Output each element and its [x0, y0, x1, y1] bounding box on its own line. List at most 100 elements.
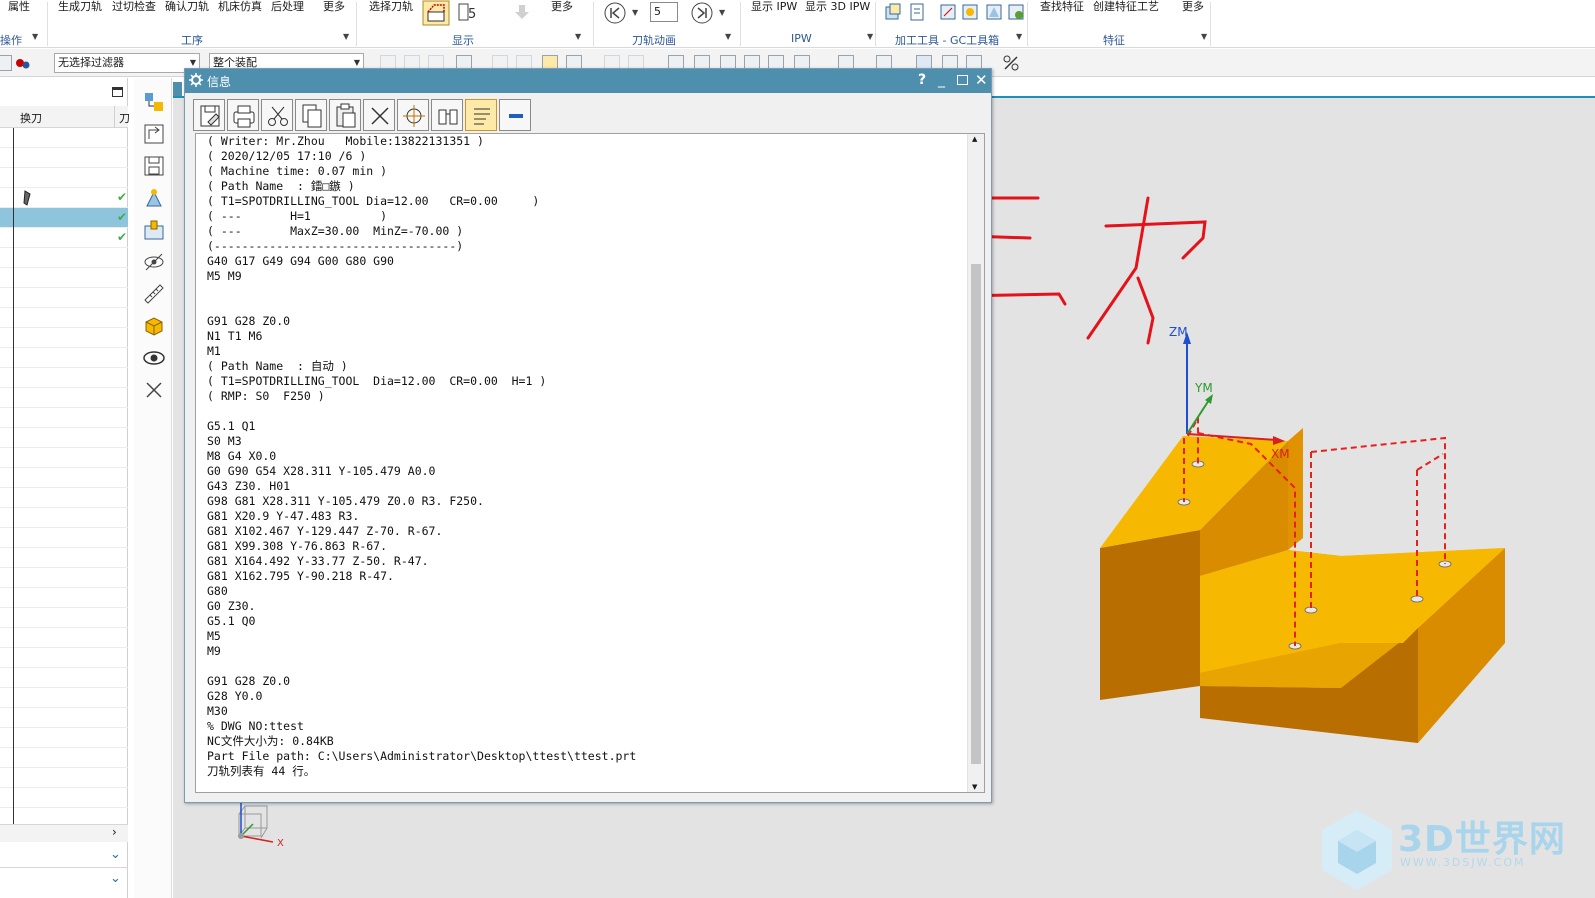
scroll-right-icon[interactable]: › — [112, 825, 117, 839]
table-row[interactable] — [0, 428, 128, 448]
table-row[interactable] — [0, 748, 128, 768]
minimize-icon[interactable]: _ — [938, 72, 945, 88]
verify-toolpath-button[interactable]: 确认刀轨 — [165, 0, 209, 14]
table-row[interactable] — [0, 368, 128, 388]
copy-icon[interactable] — [295, 99, 327, 131]
table-row[interactable] — [0, 708, 128, 728]
help-icon[interactable]: ? — [918, 72, 926, 88]
tool-change-column-header[interactable]: 换刀 — [20, 110, 42, 126]
more-button-operation[interactable]: 更多 — [323, 0, 345, 14]
more-button-feature[interactable]: 更多 — [1182, 0, 1204, 14]
table-row[interactable] — [0, 768, 128, 788]
generate-toolpath-button[interactable]: 生成刀轨 — [58, 0, 102, 14]
table-row[interactable] — [0, 328, 128, 348]
show-ipw-button[interactable]: 显示 IPW — [751, 0, 797, 14]
animation-speed-input[interactable]: 5 — [650, 2, 678, 22]
paste-icon[interactable] — [329, 99, 361, 131]
information-window-titlebar[interactable]: 信息 ? _ ✕ — [185, 69, 991, 93]
table-row[interactable] — [0, 608, 128, 628]
print-icon[interactable] — [227, 99, 259, 131]
table-row[interactable] — [0, 688, 128, 708]
group-feature-expand-icon[interactable]: ▼ — [1201, 32, 1207, 41]
type-filter-dropdown[interactable]: 无选择过滤器 ▼ — [54, 53, 200, 73]
table-row[interactable] — [0, 528, 128, 548]
find-icon[interactable] — [397, 99, 429, 131]
table-row[interactable] — [0, 788, 128, 808]
table-row[interactable] — [0, 548, 128, 568]
group-operation-expand-icon[interactable]: ▼ — [32, 32, 38, 41]
table-row[interactable] — [0, 408, 128, 428]
group-display-expand-icon[interactable]: ▼ — [575, 32, 581, 41]
select-toolpath-button[interactable]: 选择刀轨 — [369, 0, 413, 14]
gc-tool-4-icon[interactable] — [960, 2, 980, 22]
step-down-icon[interactable] — [512, 2, 532, 22]
table-row[interactable] — [0, 628, 128, 648]
binoculars-icon[interactable] — [431, 99, 463, 131]
create-feature-process-button[interactable]: 创建特征工艺 — [1093, 0, 1159, 14]
scroll-down-icon[interactable]: ▼ — [972, 783, 977, 791]
cut-icon[interactable] — [261, 99, 293, 131]
export-icon[interactable] — [142, 122, 166, 146]
dependencies-panel-header[interactable]: ⌄ — [0, 870, 128, 892]
expand-dependencies-icon[interactable]: ⌄ — [110, 871, 121, 886]
measure-icon[interactable] — [142, 282, 166, 306]
tab-marker[interactable] — [173, 82, 182, 96]
select-toolpath-icon[interactable] — [422, 0, 450, 26]
vertical-scrollbar[interactable]: ▲ ▼ — [967, 134, 984, 792]
group-gc-toolbox-expand-icon[interactable]: ▼ — [1016, 32, 1022, 41]
table-row[interactable]: ✔ — [0, 228, 128, 248]
group-animation-expand-icon[interactable]: ▼ — [725, 32, 731, 41]
table-row[interactable] — [0, 468, 128, 488]
table-row[interactable] — [0, 288, 128, 308]
view-triad[interactable] — [238, 798, 274, 843]
gc-tool-5-icon[interactable] — [984, 2, 1004, 22]
delete-icon[interactable] — [363, 99, 395, 131]
group-ipw-expand-icon[interactable]: ▼ — [867, 32, 873, 41]
table-row[interactable] — [0, 388, 128, 408]
table-row[interactable] — [0, 128, 128, 148]
details-panel-header[interactable]: ⌄ — [0, 846, 128, 868]
table-row[interactable] — [0, 448, 128, 468]
table-row[interactable] — [0, 588, 128, 608]
hide-icon[interactable] — [142, 250, 166, 274]
maximize-icon[interactable] — [957, 75, 968, 85]
save-as-icon[interactable] — [193, 99, 225, 131]
selection-filter-icon[interactable] — [14, 55, 32, 71]
table-row[interactable] — [0, 248, 128, 268]
save-icon[interactable] — [142, 154, 166, 178]
gc-tool-2-icon[interactable] — [907, 2, 927, 22]
hide-percent-icon[interactable] — [1002, 54, 1020, 72]
scroll-up-icon[interactable]: ▲ — [972, 135, 977, 143]
machine-simulation-button[interactable]: 机床仿真 — [218, 0, 262, 14]
collapse-icon[interactable] — [499, 99, 531, 131]
gouge-check-button[interactable]: 过切检查 — [112, 0, 156, 14]
table-row[interactable] — [0, 348, 128, 368]
word-wrap-icon[interactable] — [465, 99, 497, 131]
properties-button[interactable]: 属性 — [8, 0, 30, 14]
next-dropdown-icon[interactable]: ▼ — [719, 8, 725, 17]
maximize-icon[interactable] — [112, 87, 123, 97]
table-row[interactable] — [0, 728, 128, 748]
next-step-icon[interactable] — [690, 1, 714, 25]
postprocess-button[interactable]: 后处理 — [271, 0, 304, 14]
table-row[interactable] — [0, 648, 128, 668]
operation-navigator-icon[interactable] — [142, 90, 166, 114]
information-text-area[interactable]: ( Writer: Mr.Zhou Mobile:13822131351 )( … — [195, 133, 985, 793]
table-row[interactable] — [0, 168, 128, 188]
toolpath-list-icon[interactable]: 5 — [457, 2, 477, 22]
table-row[interactable] — [0, 268, 128, 288]
table-row[interactable] — [0, 668, 128, 688]
table-row[interactable] — [0, 568, 128, 588]
machine-tool-icon[interactable] — [142, 218, 166, 242]
horizontal-scrollbar[interactable]: › — [0, 824, 128, 842]
gc-tool-1-icon[interactable] — [883, 2, 903, 22]
show-3d-ipw-button[interactable]: 显示 3D IPW — [805, 0, 870, 14]
gc-tool-3-icon[interactable] — [938, 2, 958, 22]
table-row[interactable] — [0, 508, 128, 528]
table-row-selected[interactable]: ✔ — [0, 208, 128, 228]
close-icon[interactable] — [142, 378, 166, 402]
close-icon[interactable]: ✕ — [975, 72, 988, 88]
menu-icon[interactable] — [0, 55, 12, 71]
scrollbar-thumb[interactable] — [971, 264, 981, 764]
table-row[interactable] — [0, 308, 128, 328]
